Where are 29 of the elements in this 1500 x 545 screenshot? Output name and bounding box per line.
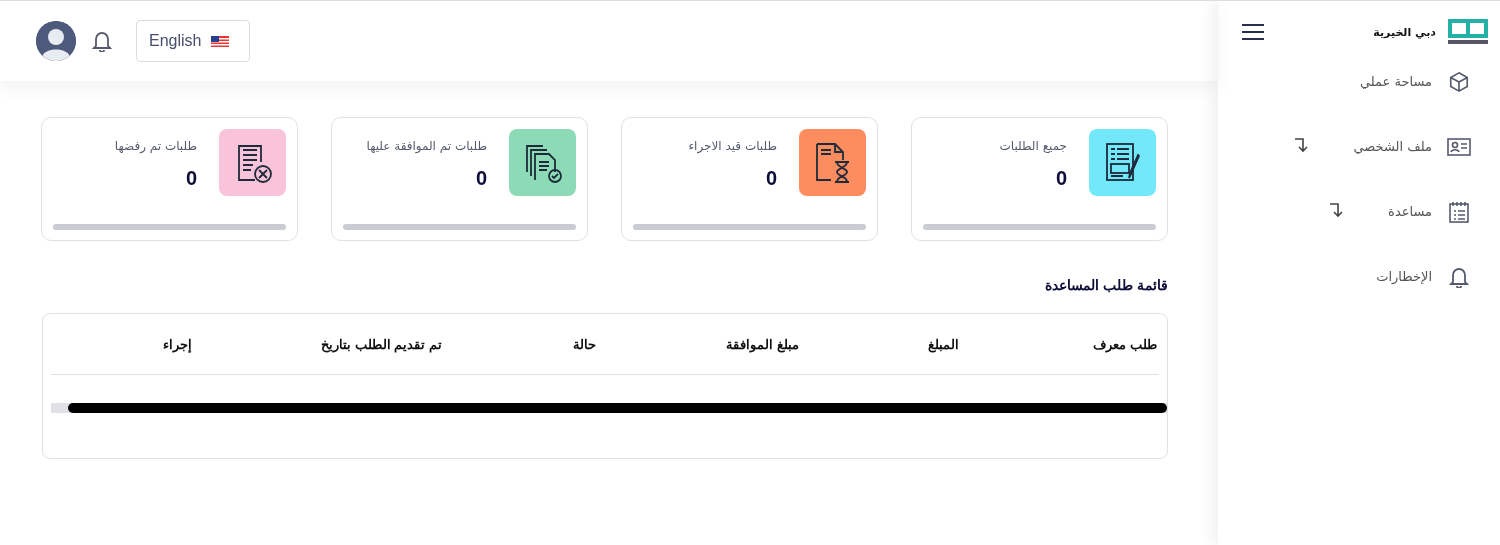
brand-name: دبي الخيرية [1373,25,1436,39]
language-button[interactable]: English [136,20,251,62]
stat-label: طلبات قيد الاجراء [688,139,777,153]
section-title: قائمة طلب المساعدة [1044,277,1168,293]
avatar[interactable] [36,21,76,61]
column-header: تم تقديم الطلب بتاريخ [320,336,442,352]
column-header: إجراء [162,336,192,352]
column-header: مبلغ الموافقة [725,336,799,352]
sidebar-item[interactable]: ملف الشخصي [1353,139,1432,154]
logo [1448,19,1488,45]
stat-label: طلبات تم رفضها [114,139,197,153]
sidebar-item[interactable]: مساعدة [1388,204,1432,219]
notepad-icon [1446,200,1472,223]
stat-value: 0 [474,167,487,190]
id-card-icon [1446,136,1472,157]
sidebar-item[interactable]: مساحة عملي [1359,74,1432,89]
stat-label: جميع الطلبات [999,139,1067,153]
stat-value: 0 [764,167,777,190]
column-header: طلب معرف [1092,336,1157,352]
stat-value: 0 [1054,167,1067,190]
scrollbar[interactable] [51,403,1167,413]
column-header: المبلغ [927,336,959,352]
stat-value: 0 [184,167,197,190]
sidebar-item[interactable]: الإخطارات [1376,269,1432,284]
column-header: حالة [572,336,596,352]
flag-icon [211,35,230,47]
bell-icon [1446,265,1472,288]
menu-icon[interactable] [1242,24,1264,40]
stat-label: طلبات تم الموافقة عليها [366,139,487,153]
